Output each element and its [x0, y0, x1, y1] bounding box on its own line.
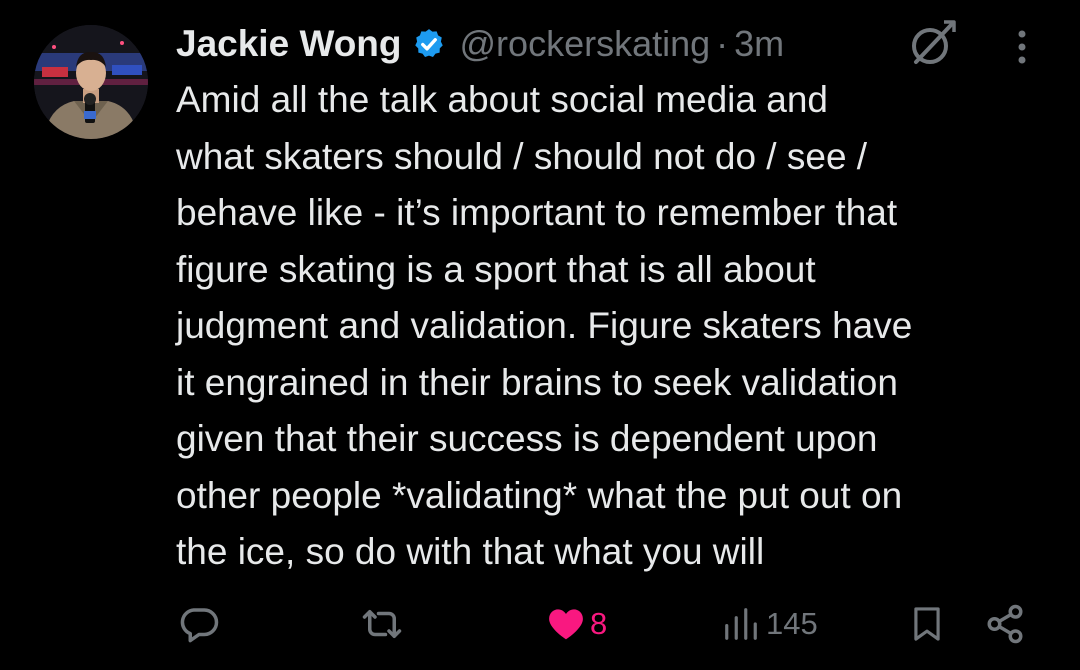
post-header: Jackie Wong @rockerskating · 3m — [176, 18, 784, 70]
avatar[interactable] — [34, 25, 148, 139]
repost-icon — [360, 603, 404, 645]
post: Jackie Wong @rockerskating · 3m Amid all… — [0, 0, 1080, 670]
reply-icon — [178, 603, 220, 645]
like-button[interactable]: 8 — [546, 596, 607, 652]
grok-icon[interactable] — [906, 18, 958, 70]
verified-badge-icon — [412, 27, 446, 61]
bookmark-icon — [908, 603, 946, 645]
author-handle[interactable]: @rockerskating — [460, 23, 711, 65]
views-icon — [722, 604, 760, 644]
reply-button[interactable] — [178, 596, 220, 652]
repost-button[interactable] — [360, 596, 404, 652]
share-button[interactable] — [984, 596, 1026, 652]
bookmark-button[interactable] — [908, 596, 946, 652]
share-icon — [984, 603, 1026, 645]
post-text: Amid all the talk about social media and… — [176, 79, 913, 572]
separator-dot: · — [716, 23, 729, 64]
like-count: 8 — [590, 606, 608, 641]
post-timestamp[interactable]: 3m — [734, 23, 784, 65]
avatar-photo — [34, 25, 148, 139]
views-button[interactable]: 145 — [722, 596, 818, 652]
view-count: 145 — [766, 606, 818, 641]
more-vertical-icon[interactable] — [1008, 26, 1036, 70]
heart-icon — [546, 604, 586, 644]
author-name[interactable]: Jackie Wong — [176, 23, 402, 65]
action-bar: 8 145 — [0, 596, 1080, 652]
